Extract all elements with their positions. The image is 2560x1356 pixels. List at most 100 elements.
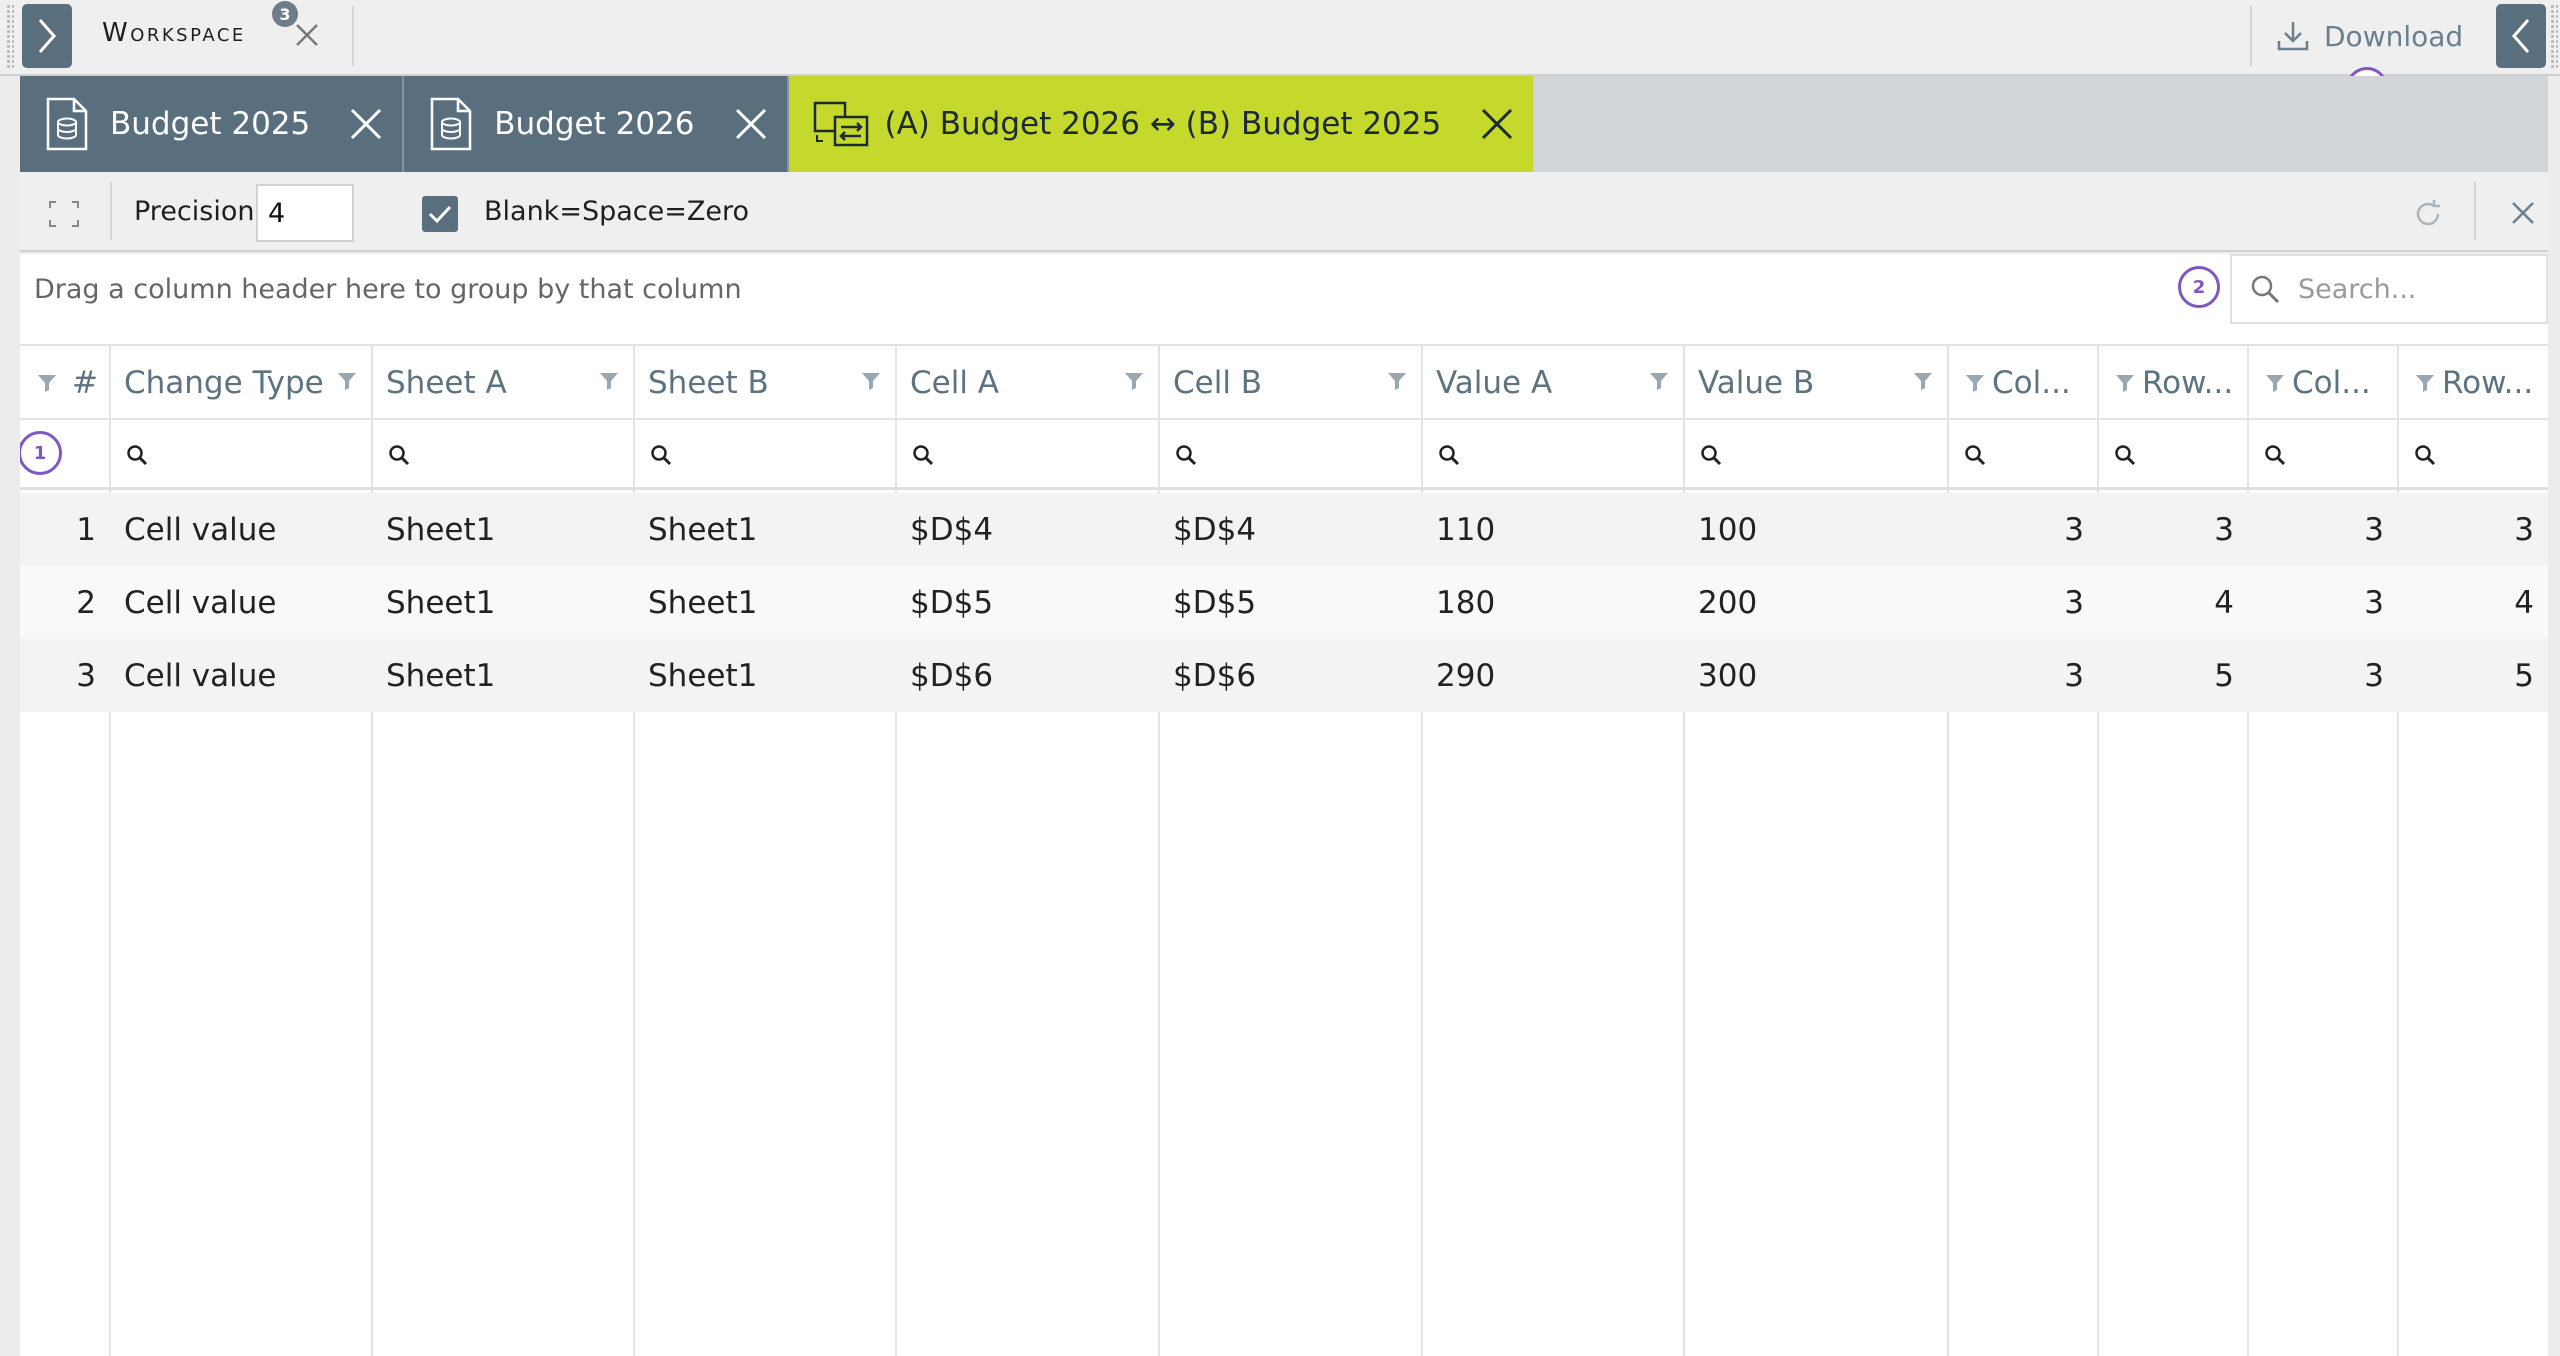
filter-funnel-icon[interactable] bbox=[2114, 372, 2136, 394]
cell-row-number[interactable]: 1 bbox=[20, 493, 110, 566]
cell-cell-b[interactable]: $D$6 bbox=[1159, 639, 1422, 712]
close-tab-icon[interactable] bbox=[348, 106, 384, 142]
search-input[interactable] bbox=[2298, 273, 2528, 305]
cell-row-b[interactable]: 5 bbox=[2398, 639, 2548, 712]
cell-col-b[interactable]: 3 bbox=[2248, 493, 2398, 566]
cell-cell-a[interactable]: $D$4 bbox=[896, 493, 1159, 566]
column-header-change-type[interactable]: Change Type bbox=[110, 346, 372, 420]
download-button[interactable]: Download bbox=[2276, 16, 2463, 56]
precision-input[interactable] bbox=[256, 184, 354, 242]
cell-cell-a[interactable]: $D$5 bbox=[896, 566, 1159, 639]
tab-label: Budget 2026 bbox=[494, 106, 695, 142]
cell-cell-b[interactable]: $D$4 bbox=[1159, 493, 1422, 566]
cell-change-type[interactable]: Cell value bbox=[110, 639, 372, 712]
cell-row-a[interactable]: 5 bbox=[2098, 639, 2248, 712]
filter-cell-col-b[interactable] bbox=[2248, 420, 2398, 490]
table-row[interactable]: 3 Cell value Sheet1 Sheet1 $D$6 $D$6 290 300 3 5 3… bbox=[20, 639, 2548, 712]
table-row[interactable]: 1 Cell value Sheet1 Sheet1 $D$4 $D$4 110 100 3 3 3… bbox=[20, 493, 2548, 566]
column-header-value-a[interactable]: Value A bbox=[1422, 346, 1684, 420]
cell-col-b[interactable]: 3 bbox=[2248, 639, 2398, 712]
cell-sheet-b[interactable]: Sheet1 bbox=[634, 566, 896, 639]
cell-row-b[interactable]: 3 bbox=[2398, 493, 2548, 566]
filter-funnel-icon[interactable] bbox=[36, 372, 58, 394]
group-by-panel[interactable]: Drag a column header here to group by th… bbox=[20, 254, 2548, 346]
column-header-sheet-b[interactable]: Sheet B bbox=[634, 346, 896, 420]
tab-budget-2025[interactable]: Budget 2025 bbox=[20, 76, 405, 172]
filter-funnel-icon[interactable] bbox=[1964, 372, 1986, 394]
column-header-label: Cell A bbox=[910, 365, 1000, 401]
filter-cell-cell-b[interactable] bbox=[1159, 420, 1422, 490]
cell-change-type[interactable]: Cell value bbox=[110, 566, 372, 639]
cell-row-b[interactable]: 4 bbox=[2398, 566, 2548, 639]
blank-space-zero-checkbox[interactable] bbox=[422, 196, 458, 232]
filter-funnel-icon[interactable] bbox=[598, 370, 620, 392]
cell-cell-b[interactable]: $D$5 bbox=[1159, 566, 1422, 639]
table-row[interactable]: 2 Cell value Sheet1 Sheet1 $D$5 $D$5 180 200 3 4 3… bbox=[20, 566, 2548, 639]
filter-cell-row-a[interactable] bbox=[2098, 420, 2248, 490]
filter-funnel-icon[interactable] bbox=[2414, 372, 2436, 394]
cell-sheet-a[interactable]: Sheet1 bbox=[372, 566, 634, 639]
cell-col-a[interactable]: 3 bbox=[1948, 639, 2098, 712]
cell-col-a[interactable]: 3 bbox=[1948, 493, 2098, 566]
filter-funnel-icon[interactable] bbox=[1912, 370, 1934, 392]
cell-cell-a[interactable]: $D$6 bbox=[896, 639, 1159, 712]
expand-left-panel-button[interactable] bbox=[22, 4, 72, 68]
fullscreen-icon[interactable] bbox=[48, 200, 80, 228]
column-header-col-b[interactable]: Col... bbox=[2248, 346, 2398, 420]
close-icon[interactable] bbox=[2510, 200, 2536, 226]
filter-funnel-icon[interactable] bbox=[1648, 370, 1670, 392]
cell-value-a[interactable]: 180 bbox=[1422, 566, 1684, 639]
column-header-cell-a[interactable]: Cell A bbox=[896, 346, 1159, 420]
cell-row-number[interactable]: 3 bbox=[20, 639, 110, 712]
cell-col-a[interactable]: 3 bbox=[1948, 566, 2098, 639]
compare-toolbar: Precision Blank=Space=Zero bbox=[20, 172, 2548, 252]
column-header-col-a[interactable]: Col... bbox=[1948, 346, 2098, 420]
close-workspace-icon[interactable] bbox=[294, 22, 320, 48]
filter-funnel-icon[interactable] bbox=[2264, 372, 2286, 394]
tab-compare-budgets[interactable]: (A) Budget 2026 ↔ (B) Budget 2025 bbox=[788, 76, 1534, 172]
filter-cell-change-type[interactable] bbox=[110, 420, 372, 490]
column-header-row-a[interactable]: Row... bbox=[2098, 346, 2248, 420]
cell-sheet-b[interactable]: Sheet1 bbox=[634, 493, 896, 566]
cell-value-b[interactable]: 200 bbox=[1684, 566, 1948, 639]
column-header-row-b[interactable]: Row... bbox=[2398, 346, 2548, 420]
cell-row-a[interactable]: 4 bbox=[2098, 566, 2248, 639]
cell-row-a[interactable]: 3 bbox=[2098, 493, 2248, 566]
search-box[interactable] bbox=[2230, 254, 2548, 324]
left-drag-handle[interactable] bbox=[6, 4, 14, 68]
expand-right-panel-button[interactable] bbox=[2496, 4, 2546, 68]
column-header-value-b[interactable]: Value B bbox=[1684, 346, 1948, 420]
cell-row-number[interactable]: 2 bbox=[20, 566, 110, 639]
filter-funnel-icon[interactable] bbox=[860, 370, 882, 392]
cell-sheet-b[interactable]: Sheet1 bbox=[634, 639, 896, 712]
filter-cell-sheet-a[interactable] bbox=[372, 420, 634, 490]
toolbar-divider bbox=[2250, 6, 2252, 66]
cell-change-type[interactable]: Cell value bbox=[110, 493, 372, 566]
close-tab-icon[interactable] bbox=[1479, 106, 1515, 142]
filter-cell-sheet-b[interactable] bbox=[634, 420, 896, 490]
cell-value-a[interactable]: 110 bbox=[1422, 493, 1684, 566]
filter-funnel-icon[interactable] bbox=[1386, 370, 1408, 392]
refresh-icon[interactable] bbox=[2412, 198, 2444, 230]
cell-value-b[interactable]: 100 bbox=[1684, 493, 1948, 566]
filter-cell-cell-a[interactable] bbox=[896, 420, 1159, 490]
search-icon bbox=[2264, 444, 2286, 466]
cell-value-b[interactable]: 300 bbox=[1684, 639, 1948, 712]
close-tab-icon[interactable] bbox=[733, 106, 769, 142]
filter-funnel-icon[interactable] bbox=[336, 370, 358, 392]
cell-value-a[interactable]: 290 bbox=[1422, 639, 1684, 712]
column-header-row-number[interactable]: # bbox=[20, 346, 110, 420]
filter-cell-value-a[interactable] bbox=[1422, 420, 1684, 490]
cell-col-b[interactable]: 3 bbox=[2248, 566, 2398, 639]
blank-space-zero-label: Blank=Space=Zero bbox=[484, 196, 749, 227]
right-drag-handle[interactable] bbox=[2550, 4, 2558, 68]
filter-cell-col-a[interactable] bbox=[1948, 420, 2098, 490]
cell-sheet-a[interactable]: Sheet1 bbox=[372, 493, 634, 566]
filter-funnel-icon[interactable] bbox=[1123, 370, 1145, 392]
tab-budget-2026[interactable]: Budget 2026 bbox=[404, 76, 789, 172]
filter-cell-row-b[interactable] bbox=[2398, 420, 2548, 490]
column-header-cell-b[interactable]: Cell B bbox=[1159, 346, 1422, 420]
cell-sheet-a[interactable]: Sheet1 bbox=[372, 639, 634, 712]
column-header-sheet-a[interactable]: Sheet A bbox=[372, 346, 634, 420]
filter-cell-value-b[interactable] bbox=[1684, 420, 1948, 490]
